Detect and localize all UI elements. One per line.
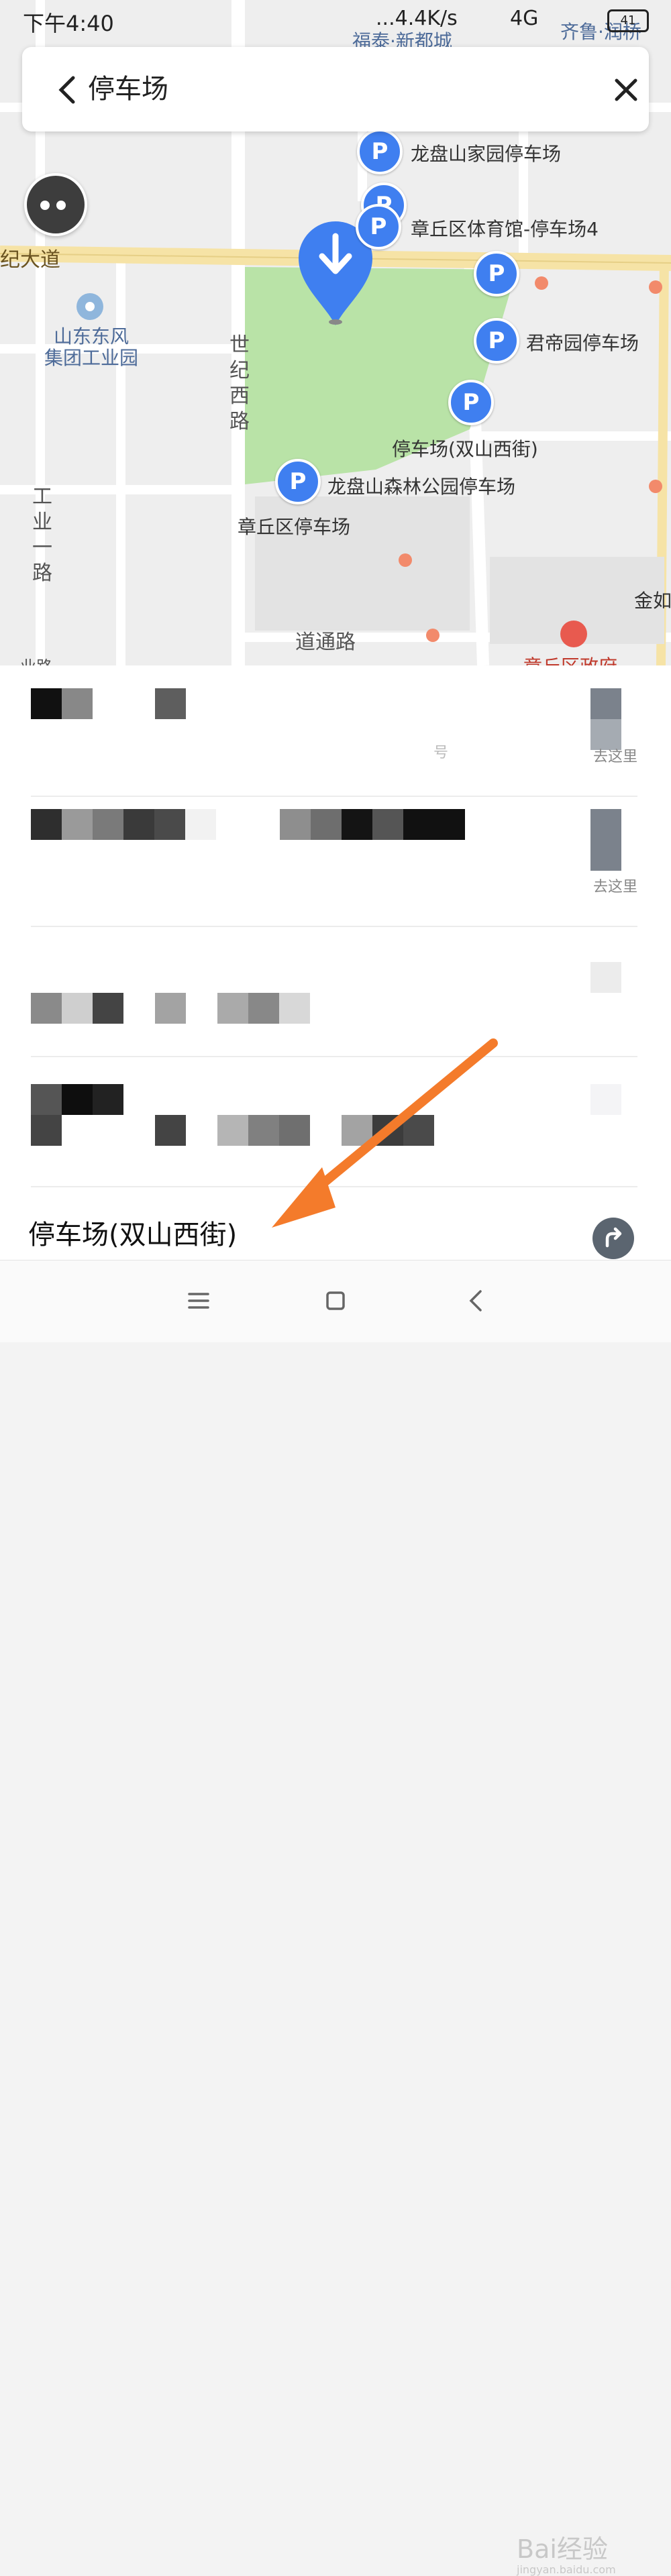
go-here-button[interactable]: 去这里 xyxy=(593,875,637,896)
result-title[interactable]: 停车场(双山西街) xyxy=(28,1213,237,1252)
redacted-block xyxy=(31,688,62,719)
poi-park1-label[interactable]: 龙盘山家园停车场 xyxy=(411,140,561,166)
redacted-block xyxy=(155,1115,186,1146)
redacted-block xyxy=(248,1115,279,1146)
home-square-icon[interactable] xyxy=(315,1281,356,1321)
redacted-block xyxy=(31,993,62,1024)
redacted-block xyxy=(403,1115,434,1146)
assistant-button[interactable] xyxy=(24,173,87,236)
redacted-block xyxy=(280,809,311,840)
results-panel[interactable]: 号 去这里 去这里 xyxy=(0,665,671,1260)
parking-pin-2b[interactable]: P xyxy=(356,204,401,250)
road-partial-bottom: 业路 xyxy=(20,653,52,665)
poi-park2-label[interactable]: 章丘区体育馆-停车场4 xyxy=(411,215,599,241)
redacted-block xyxy=(590,1084,621,1115)
poi-park5-label[interactable]: 龙盘山森林公园停车场 xyxy=(327,472,515,499)
redacted-block xyxy=(155,993,186,1024)
redacted-block xyxy=(62,993,93,1024)
gov-marker xyxy=(560,621,587,647)
dot-icon xyxy=(56,201,66,210)
poi-gov-label[interactable]: 章丘区政府 xyxy=(523,652,617,665)
road-main: 纪大道 xyxy=(0,248,60,272)
poi-park6-label[interactable]: 章丘区停车场 xyxy=(238,513,350,539)
road-gongye-1: 工业一路 xyxy=(32,485,52,585)
redacted-block xyxy=(123,809,154,840)
redacted-block xyxy=(93,1084,123,1115)
road-daotong: 道通路 xyxy=(295,631,356,654)
search-query[interactable]: 停车场 xyxy=(88,67,168,106)
redacted-block xyxy=(590,962,621,993)
redacted-block xyxy=(217,1115,248,1146)
parking-pin-6[interactable]: P xyxy=(275,459,321,504)
result-item[interactable]: 号 去这里 xyxy=(31,665,637,797)
dot-icon xyxy=(40,201,50,210)
redacted-block xyxy=(311,809,342,840)
redacted-block xyxy=(31,1115,62,1146)
result-address-fragment: 号 xyxy=(433,745,449,761)
route-arrow-icon xyxy=(605,1227,622,1248)
poi-park3-label[interactable]: 君帝园停车场 xyxy=(526,329,639,356)
redacted-block xyxy=(590,688,621,719)
back-arrow-icon[interactable] xyxy=(48,70,88,110)
redacted-block xyxy=(154,809,185,840)
redacted-block xyxy=(155,688,186,719)
redacted-block xyxy=(248,993,279,1024)
redacted-block xyxy=(372,809,403,840)
poi-park4-label[interactable]: 停车场(双山西街) xyxy=(392,435,538,462)
close-icon[interactable] xyxy=(606,70,646,110)
redacted-block xyxy=(62,809,93,840)
battery-icon: 41 xyxy=(607,9,649,32)
redacted-block xyxy=(217,993,248,1024)
status-bar: 下午4:40 ...4.4K/s 4G 41 xyxy=(0,0,671,43)
result-item[interactable]: 去这里 xyxy=(31,796,637,927)
watermark-logo: Bai经验 xyxy=(517,2534,608,2564)
search-bar[interactable]: 停车场 xyxy=(22,47,649,131)
redacted-block xyxy=(31,1084,62,1115)
status-signal: 4G xyxy=(510,7,539,30)
road-shiji-west: 世纪西路 xyxy=(229,333,250,433)
redacted-block xyxy=(279,993,310,1024)
redacted-block xyxy=(342,809,372,840)
redacted-block xyxy=(62,688,93,719)
redacted-block xyxy=(62,1084,93,1115)
redacted-block xyxy=(342,1115,372,1146)
watermark-url: jingyan.baidu.com xyxy=(517,2563,616,2576)
redacted-block xyxy=(185,809,216,840)
system-nav-bar: Bai经验 jingyan.baidu.com xyxy=(0,1260,671,2576)
result-item[interactable] xyxy=(31,1056,637,1187)
redacted-block xyxy=(372,1115,403,1146)
redacted-block xyxy=(279,1115,310,1146)
back-chevron-icon[interactable] xyxy=(456,1281,497,1321)
poi-partial-right: 金如 xyxy=(634,590,671,612)
status-network-speed: ...4.4K/s xyxy=(376,7,458,30)
redacted-block xyxy=(590,809,621,871)
redacted-block xyxy=(93,809,123,840)
route-button[interactable] xyxy=(592,1218,634,1259)
parking-pin-4[interactable]: P xyxy=(474,318,519,364)
status-time: 下午4:40 xyxy=(23,11,114,36)
redacted-block xyxy=(403,809,465,840)
redacted-block xyxy=(93,993,123,1024)
parking-pin-1[interactable]: P xyxy=(357,129,403,174)
redacted-block xyxy=(31,809,62,840)
poi-company-label[interactable]: 山东东风 集团工业园 xyxy=(38,326,145,369)
parking-pin-3[interactable]: P xyxy=(474,251,519,297)
parking-pin-5[interactable]: P xyxy=(448,380,494,425)
menu-icon[interactable] xyxy=(178,1281,219,1321)
go-here-button[interactable]: 去这里 xyxy=(593,745,637,766)
result-item[interactable] xyxy=(31,926,637,1057)
